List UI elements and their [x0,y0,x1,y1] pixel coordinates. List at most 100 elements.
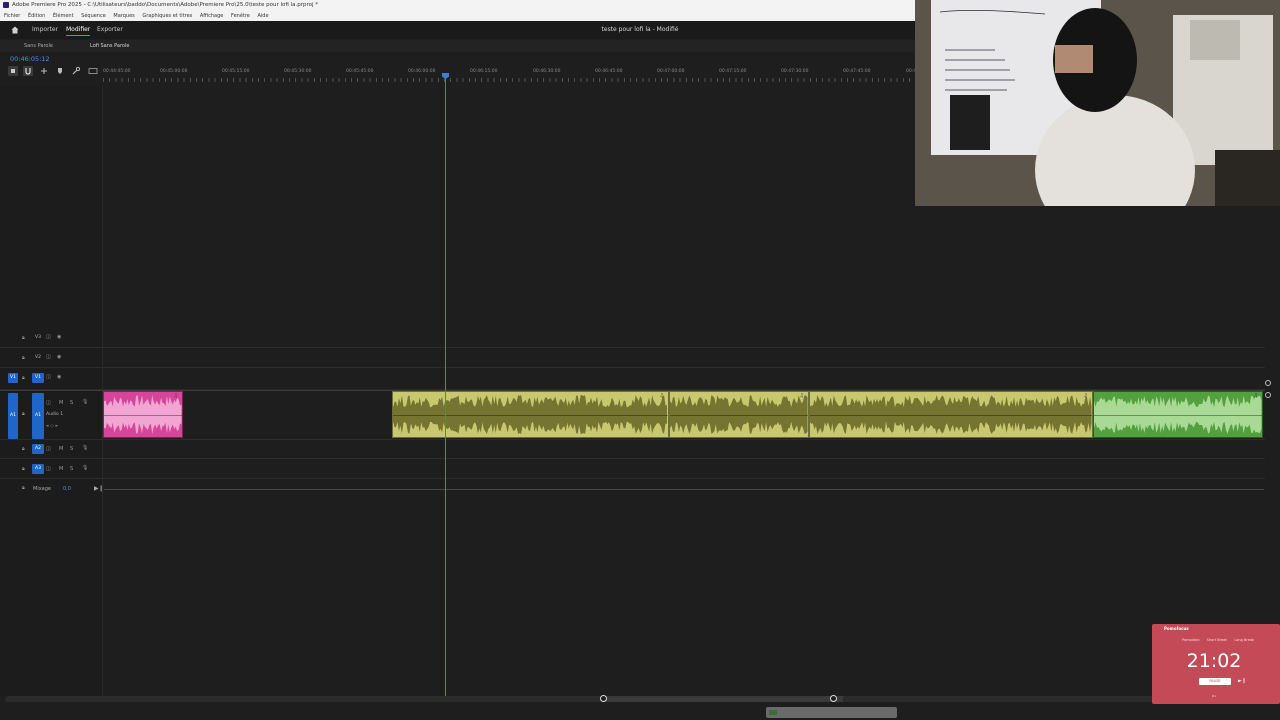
menu-aide[interactable]: Aide [257,13,268,19]
audio-clip[interactable]: ♫ [669,391,809,438]
sync-lock-icon[interactable]: ◫ [46,334,51,340]
menu-element[interactable]: Élément [53,13,74,19]
widget-pause-button[interactable]: PAUSE [1199,678,1231,685]
solo-button[interactable]: S [70,446,73,452]
menu-marques[interactable]: Marques [113,13,134,19]
track-header-v3: 🔒︎ V3 ◫ ◉ [0,328,103,347]
ruler-ticks [103,78,913,82]
track-header-v2: 🔒︎ V2 ◫ ◉ [0,348,103,367]
track-name-v1[interactable]: V1 [32,373,44,383]
snap-magnet-icon[interactable] [23,66,33,76]
lock-icon[interactable]: 🔒︎ [22,335,25,341]
skip-icon[interactable]: ►❙ [1238,678,1246,684]
track-a2: 🔒︎ A2 ◫ M S 🎙︎ [0,440,1265,459]
track-header-a2: 🔒︎ A2 ◫ M S 🎙︎ [0,440,103,458]
menu-sequence[interactable]: Séquence [81,13,106,19]
lock-icon[interactable]: 🔒︎ [22,446,25,452]
sync-lock-icon[interactable]: ◫ [46,400,51,406]
widget-tab-pomodoro[interactable]: Pomodoro [1182,638,1200,642]
linked-selection-icon[interactable] [39,66,49,76]
source-patch-v1[interactable]: V1 [8,373,18,383]
playhead-line[interactable] [445,76,446,696]
add-marker-icon[interactable] [55,66,65,76]
fx-badge-icon: ♫ [659,393,664,399]
track-name-a3[interactable]: A3 [32,464,44,474]
menu-graphiques[interactable]: Graphiques et titres [142,13,192,19]
lock-icon[interactable]: 🔒︎ [22,375,25,381]
eye-icon[interactable]: ◉ [57,354,61,360]
sync-lock-icon[interactable]: ◫ [46,374,51,380]
widget-tabs: Pomodoro Short Break Long Break [1182,638,1260,642]
menu-fenetre[interactable]: Fenêtre [231,13,250,19]
captions-icon[interactable] [88,66,98,76]
mute-button[interactable]: M [59,466,63,472]
microphone-icon[interactable]: 🎙︎ [82,465,88,471]
webcam-poster [1190,20,1240,60]
mix-volume-line [104,489,1264,490]
taskbar-thumbnail[interactable] [766,707,897,718]
microphone-icon[interactable]: 🎙︎ [82,399,88,405]
solo-button[interactable]: S [70,400,73,406]
audio-clip[interactable]: ♫ [1093,391,1263,438]
time-ruler[interactable]: 00:44:45:00 00:45:00:00 00:45:15:00 00:4… [103,64,933,84]
webcam-shelf-object [950,95,990,150]
ruler-label: 00:47:45:00 [843,69,871,74]
lock-icon[interactable]: 🔒︎ [22,485,25,491]
track-header-a3: 🔒︎ A3 ◫ M S 🎙︎ [0,459,103,478]
webcam-feed [915,0,1280,206]
menu-affichage[interactable]: Affichage [200,13,224,19]
timeline-scrollbar[interactable] [5,695,1263,702]
track-name-a2[interactable]: A2 [32,444,44,454]
lock-icon[interactable]: 🔒︎ [22,466,25,472]
audio-clip[interactable]: ♫ [392,391,669,438]
sync-lock-icon[interactable]: ◫ [46,354,51,360]
taskbar-mini-icon [769,710,777,715]
vertical-zoom-handle-top[interactable] [1265,380,1271,386]
zoom-handle-right[interactable] [830,695,837,702]
ruler-label: 00:47:00:00 [657,69,685,74]
ruler-label: 00:44:45:00 [103,69,131,74]
track-name-v2[interactable]: V2 [32,355,44,360]
source-patch-a1[interactable]: A1 [8,393,18,439]
track-name-a1[interactable]: A1 [32,393,44,439]
track-v1: V1 🔒︎ V1 ◫ ◉ [0,368,1265,390]
webcam-overlay [915,0,1280,206]
track-label-audio-1[interactable]: Audio 1 [46,412,63,417]
track-name-v3[interactable]: V3 [32,335,44,340]
mix-track: 🔒︎ Mixage 0,0 ▶❙ [0,484,1265,496]
pomodoro-widget: Pomofocus Pomodoro Short Break Long Brea… [1152,624,1280,704]
lock-icon[interactable]: 🔒︎ [22,355,25,361]
window-title: Adobe Premiere Pro 2025 - C:\Utilisateur… [12,2,318,8]
webcam-dark-corner [1215,150,1280,206]
scrollbar-thumb[interactable] [603,696,843,702]
mute-button[interactable]: M [59,400,63,406]
sequence-tab-lofi-sans-parole[interactable]: Lofi Sans Parole [90,40,129,52]
go-to-end-icon[interactable]: ▶❙ [94,485,104,492]
sync-lock-icon[interactable]: ◫ [46,466,51,472]
keyframe-nav-icon[interactable]: ◂ ◇ ▸ [46,423,58,429]
eye-icon[interactable]: ◉ [57,374,61,380]
ruler-label: 00:45:45:00 [346,69,374,74]
ruler-label: 00:47:15:00 [719,69,747,74]
mute-button[interactable]: M [59,446,63,452]
vertical-zoom-handle-bottom[interactable] [1265,392,1271,398]
sequence-tab-sans-parole[interactable]: Sans Parole [24,40,53,52]
solo-button[interactable]: S [70,466,73,472]
eye-icon[interactable]: ◉ [57,334,61,340]
wrench-settings-icon[interactable] [71,66,81,76]
audio-clip[interactable]: ♫ [809,391,1093,438]
menu-fichier[interactable]: Fichier [4,13,20,19]
menu-edition[interactable]: Édition [28,13,45,19]
nest-toggle-icon[interactable] [8,66,18,76]
ruler-label: 00:45:00:00 [160,69,188,74]
widget-tab-long-break[interactable]: Long Break [1234,638,1254,642]
audio-clip[interactable]: ♫ [103,391,183,438]
sync-lock-icon[interactable]: ◫ [46,446,51,452]
ruler-label: 00:46:45:00 [595,69,623,74]
zoom-handle-left[interactable] [600,695,607,702]
playhead-timecode[interactable]: 00:46:05:12 [10,55,50,63]
widget-tab-short-break[interactable]: Short Break [1207,638,1228,642]
microphone-icon[interactable]: 🎙︎ [82,445,88,451]
mix-volume-value[interactable]: 0,0 [63,486,71,492]
lock-icon[interactable]: 🔒︎ [22,411,25,417]
